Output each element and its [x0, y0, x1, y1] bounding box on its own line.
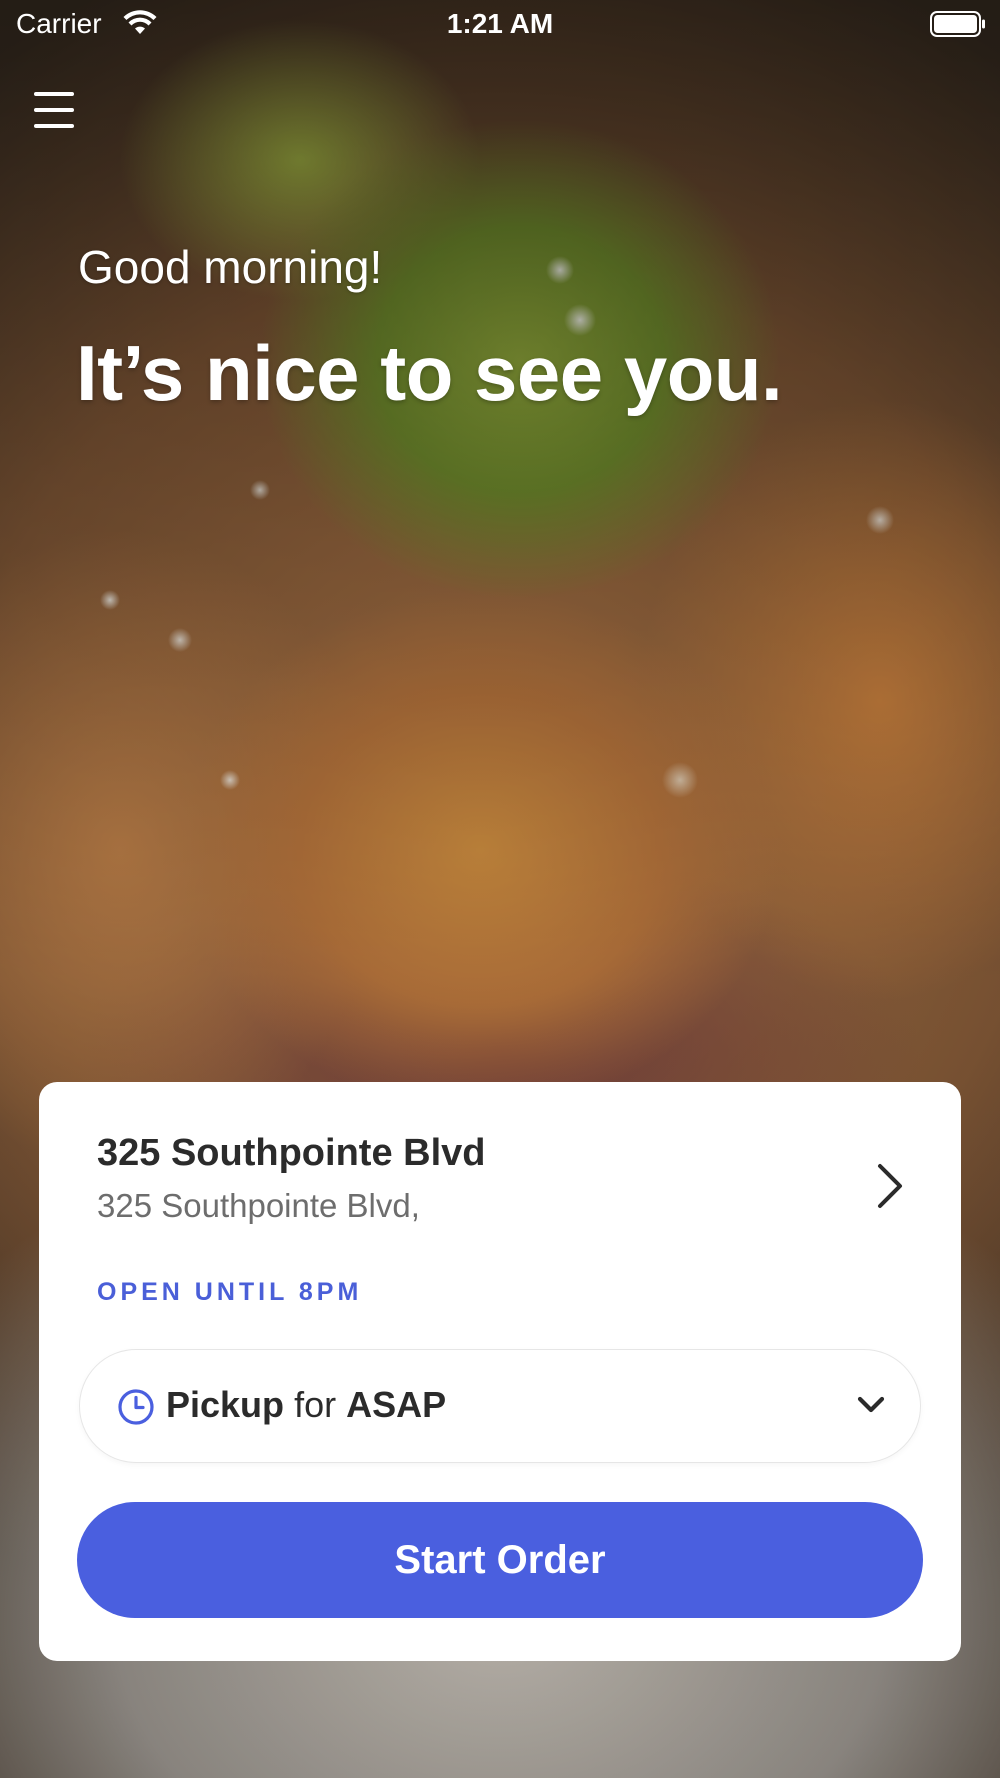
order-mode-dropdown[interactable]: Pickup for ASAP	[79, 1349, 921, 1463]
location-address: 325 Southpointe Blvd,	[97, 1187, 420, 1224]
hamburger-menu-icon[interactable]	[34, 92, 82, 132]
battery-icon	[930, 11, 985, 37]
open-status-badge: OPEN UNTIL 8PM	[97, 1278, 363, 1306]
order-mode-label: Pickup	[166, 1384, 285, 1425]
chevron-down-icon	[857, 1396, 885, 1413]
status-bar: Carrier 1:21 AM	[0, 0, 1000, 50]
start-order-button[interactable]: Start Order	[77, 1502, 923, 1618]
headline-text: It’s nice to see you.	[76, 329, 783, 417]
status-time: 1:21 AM	[446, 8, 554, 39]
location-selector[interactable]: 325 Southpointe Blvd 325 Southpointe Blv…	[97, 1132, 921, 1232]
order-card: 325 Southpointe Blvd 325 Southpointe Blv…	[39, 1082, 961, 1661]
order-mode-connector: for	[294, 1384, 337, 1425]
greeting-text: Good morning!	[78, 241, 383, 293]
order-mode-text: Pickup for ASAP	[166, 1384, 446, 1426]
chevron-right-icon	[878, 1164, 902, 1208]
home-screen: Carrier 1:21 AM Good morning! It’s nice …	[0, 0, 1000, 1778]
clock-icon	[118, 1389, 154, 1425]
location-name: 325 Southpointe Blvd	[97, 1132, 486, 1174]
order-time-label: ASAP	[346, 1384, 447, 1425]
